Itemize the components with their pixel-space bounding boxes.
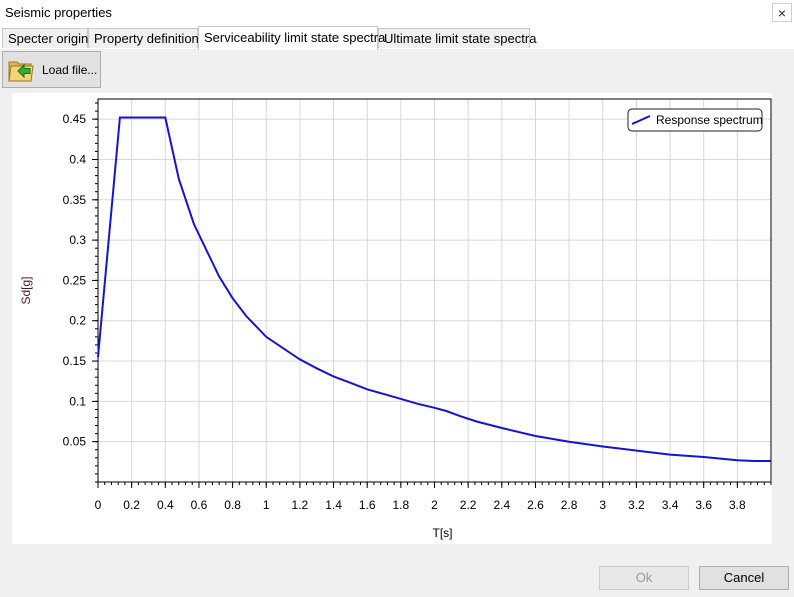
x-tick-label: 0 (95, 498, 102, 512)
x-tick-label: 2.2 (460, 498, 477, 512)
tab-specter-origin[interactable]: Specter origin (2, 28, 88, 48)
y-tick-label: 0.1 (69, 394, 86, 408)
tab-property-definition[interactable]: Property definition (88, 28, 199, 48)
close-button[interactable]: × (772, 3, 792, 22)
x-tick-label: 3.4 (662, 498, 679, 512)
cancel-label: Cancel (723, 570, 765, 585)
folder-arrow-icon (8, 61, 34, 82)
x-tick-label: 3.8 (729, 498, 746, 512)
tab-label: Serviceability limit state spectra (204, 30, 386, 45)
y-tick-label: 0.4 (69, 152, 86, 166)
x-tick-label: 2.8 (561, 498, 578, 512)
tab-label: Ultimate limit state spectra (384, 31, 537, 46)
x-tick-label: 1.6 (359, 498, 376, 512)
x-tick-label: 2.6 (527, 498, 544, 512)
cancel-button[interactable]: Cancel (699, 566, 789, 590)
x-tick-label: 0.4 (157, 498, 174, 512)
y-tick-label: 0.2 (69, 314, 86, 328)
x-tick-label: 2.4 (493, 498, 510, 512)
y-tick-label: 0.05 (63, 435, 87, 449)
y-tick-label: 0.35 (63, 193, 87, 207)
x-tick-label: 2 (431, 498, 438, 512)
response-spectrum-chart: 0 0.2 0.4 0.6 0.8 1 1.2 1.4 1.6 1.8 2 2.2 2.4 2.6 2.8 3… (19, 98, 772, 540)
x-tick-label: 1 (263, 498, 270, 512)
title-bar: Seismic properties × (0, 0, 794, 26)
x-tick-label: 3.2 (628, 498, 645, 512)
tab-serviceability-limit-state-spectra[interactable]: Serviceability limit state spectra (198, 26, 385, 50)
x-tick-label: 1.2 (292, 498, 309, 512)
legend: Response spectrum (627, 108, 763, 132)
ok-label: Ok (635, 570, 653, 585)
x-tick-label: 0.2 (123, 498, 140, 512)
load-file-label: Load file... (42, 63, 98, 77)
tab-strip: Specter origin Property definition Servi… (0, 26, 794, 50)
y-tick-label: 0.3 (69, 233, 86, 247)
legend-label: Response spectrum (656, 113, 763, 127)
x-tick-label: 3.6 (695, 498, 712, 512)
x-axis-label: T[s] (433, 526, 453, 540)
x-tick-label: 0.8 (224, 498, 241, 512)
x-tick-label: 1.4 (325, 498, 342, 512)
tab-ultimate-limit-state-spectra[interactable]: Ultimate limit state spectra (378, 28, 536, 48)
x-tick-label: 1.8 (393, 498, 410, 512)
window-title: Seismic properties (5, 5, 112, 20)
y-axis-label: Sd[g] (19, 276, 33, 304)
tab-label: Specter origin (8, 31, 89, 46)
x-tick-label: 3 (599, 498, 606, 512)
close-icon: × (777, 5, 787, 21)
tab-label: Property definition (94, 31, 199, 46)
grid-layer (98, 99, 771, 482)
ok-button[interactable]: Ok (599, 566, 689, 590)
y-tick-label: 0.45 (63, 112, 87, 126)
chart-panel: 0 0.2 0.4 0.6 0.8 1 1.2 1.4 1.6 1.8 2 2.2 2.4 2.6 2.8 3… (12, 93, 772, 544)
x-tick-label: 0.6 (191, 498, 208, 512)
y-tick-label: 0.15 (63, 354, 87, 368)
load-file-button[interactable]: Load file... (2, 51, 101, 88)
y-tick-label: 0.25 (63, 273, 87, 287)
